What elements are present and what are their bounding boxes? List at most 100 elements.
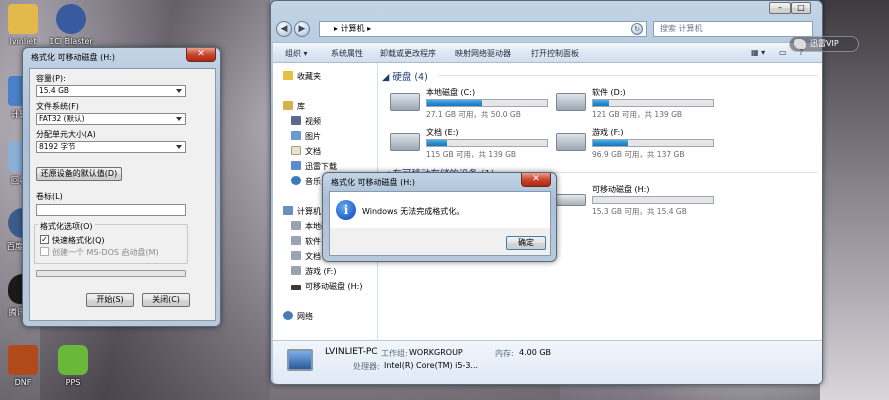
format-options-label: 格式化选项(O) (38, 221, 95, 232)
allocation-size-select[interactable]: 8192 字节 (36, 141, 186, 153)
breadcrumb-arrow-icon[interactable]: ▸ (367, 24, 371, 33)
chevron-down-icon (176, 89, 182, 93)
breadcrumb-root-arrow[interactable]: ▸ (334, 24, 338, 33)
computer-icon (283, 206, 293, 215)
command-bar: 组织 ▾ 系统属性 卸载或更改程序 映射网络驱动器 打开控制面板 ▦ ▾ ▭ ? (273, 42, 822, 63)
document-icon (291, 146, 301, 155)
nav-drive-f[interactable]: 游戏 (F:) (291, 266, 336, 277)
nav-computer[interactable]: 计算机 (283, 206, 321, 217)
drive-tile-d[interactable]: 软件 (D:) 121 GB 可用，共 139 GB (554, 87, 714, 123)
blaster-icon (56, 4, 86, 34)
nav-xunlei-downloads[interactable]: 迅雷下载 (291, 161, 337, 172)
drive-usage-fill (593, 100, 609, 106)
message-box-close-button[interactable]: ✕ (521, 173, 551, 187)
msdos-startup-label: 创建一个 MS-DOS 启动盘(M) (52, 248, 159, 257)
chevron-down-icon (176, 117, 182, 121)
error-message-box: 格式化 可移动磁盘 (H:) ✕ i Windows 无法完成格式化。 确定 (322, 172, 557, 262)
drive-tile-h[interactable]: 可移动磁盘 (H:) 15.3 GB 可用，共 15.4 GB (554, 184, 714, 220)
restore-defaults-button[interactable]: 还原设备的默认值(D) (36, 167, 122, 181)
drive-tile-f[interactable]: 游戏 (F:) 96.9 GB 可用，共 137 GB (554, 127, 714, 163)
pps-icon (58, 345, 88, 375)
capacity-select[interactable]: 15.4 GB (36, 85, 186, 97)
drive-icon (291, 266, 301, 275)
wallpaper-edge (820, 0, 889, 400)
drive-icon (556, 93, 586, 111)
breadcrumb[interactable]: 计算机 (341, 24, 365, 33)
chevron-down-icon (176, 145, 182, 149)
filesystem-select[interactable]: FAT32 (默认) (36, 113, 186, 125)
map-network-drive-button[interactable]: 映射网络驱动器 (455, 48, 511, 59)
maximize-button[interactable]: □ (791, 2, 811, 14)
filesystem-label: 文件系统(F) (36, 102, 79, 111)
computer-name: LVINLIET-PC (325, 347, 378, 357)
start-button[interactable]: 开始(S) (86, 293, 134, 307)
drive-usage-bar (426, 139, 548, 147)
nav-documents[interactable]: 文档 (291, 146, 321, 157)
drive-usage-bar (592, 139, 714, 147)
network-icon (283, 311, 293, 320)
drive-icon (291, 221, 301, 230)
memory-value: 4.00 GB (519, 348, 552, 357)
message-box-body: i Windows 无法完成格式化。 确定 (329, 191, 551, 256)
drive-usage-fill (593, 140, 628, 146)
download-icon (291, 161, 301, 170)
desktop-icon-dnf[interactable]: DNF (0, 345, 48, 387)
system-drive-icon (390, 93, 420, 111)
drive-icon (556, 133, 586, 151)
xunlei-vip-badge[interactable]: 迅雷VIP (789, 36, 859, 52)
nav-network[interactable]: 网络 (283, 311, 313, 322)
dnf-game-icon (8, 345, 38, 375)
back-button[interactable]: ◀ (276, 21, 292, 37)
view-options-icon[interactable]: ▦ ▾ (751, 48, 765, 57)
format-dialog: 格式化 可移动磁盘 (H:) ✕ 容量(P): 15.4 GB 文件系统(F) … (22, 47, 221, 327)
system-properties-button[interactable]: 系统属性 (331, 48, 363, 59)
workgroup-label: 工作组: (381, 349, 408, 358)
library-icon (283, 101, 293, 110)
format-dialog-close-button[interactable]: ✕ (186, 48, 216, 62)
workgroup-value: WORKGROUP (409, 348, 463, 357)
close-button[interactable]: 关闭(C) (142, 293, 190, 307)
allocation-size-label: 分配单元大小(A) (36, 130, 96, 139)
forward-button[interactable]: ▶ (294, 21, 310, 37)
drive-icon (291, 236, 301, 245)
refresh-button[interactable]: ↻ (631, 23, 643, 35)
usb-drive-icon (291, 285, 301, 290)
capacity-label: 容量(P): (36, 74, 66, 83)
desktop-icon-pps[interactable]: PPS (48, 345, 98, 387)
msdos-startup-checkbox[interactable] (40, 247, 49, 256)
picture-icon (291, 131, 301, 140)
ok-button[interactable]: 确定 (506, 236, 546, 250)
format-progress-bar (36, 270, 186, 277)
drive-tile-c[interactable]: 本地磁盘 (C:) 27.1 GB 可用，共 50.0 GB (388, 87, 548, 123)
minimize-button[interactable]: – (769, 2, 791, 14)
organize-menu[interactable]: 组织 ▾ (285, 48, 308, 59)
nav-drive-h[interactable]: 可移动磁盘 (H:) (291, 281, 363, 292)
nav-pictures[interactable]: 图片 (291, 131, 321, 142)
message-box-title: 格式化 可移动磁盘 (H:) (331, 178, 416, 187)
desktop-icon-user-folder[interactable]: lvinliet (0, 4, 48, 46)
computer-large-icon (287, 349, 313, 371)
hard-disks-header[interactable]: ◢ 硬盘 (4) (382, 69, 428, 83)
format-dialog-body: 容量(P): 15.4 GB 文件系统(F) FAT32 (默认) 分配单元大小… (29, 68, 216, 321)
drive-icon (390, 133, 420, 151)
usb-drive-icon (556, 194, 586, 206)
nav-library[interactable]: 库 (283, 101, 305, 112)
volume-label-label: 卷标(L) (36, 192, 63, 201)
drive-usage-bar (592, 196, 714, 204)
search-input[interactable]: 搜索 计算机 (653, 21, 813, 37)
desktop-icon-blaster[interactable]: 1Cl Blaster (46, 4, 96, 46)
volume-label-input[interactable] (36, 204, 186, 216)
uninstall-program-button[interactable]: 卸载或更改程序 (380, 48, 436, 59)
drive-tile-e[interactable]: 文档 (E:) 115 GB 可用，共 139 GB (388, 127, 548, 163)
drive-usage-bar (426, 99, 548, 107)
nav-music[interactable]: 音乐 (291, 176, 321, 187)
open-control-panel-button[interactable]: 打开控制面板 (531, 48, 579, 59)
processor-label: 处理器: (353, 362, 380, 371)
quick-format-checkbox[interactable]: ✓ (40, 235, 49, 244)
drive-usage-fill (427, 140, 448, 146)
preview-pane-icon[interactable]: ▭ (779, 48, 787, 57)
nav-favorites[interactable]: 收藏夹 (283, 71, 321, 82)
address-bar[interactable]: ▸ 计算机 ▸ (319, 21, 647, 37)
star-icon (283, 71, 293, 80)
nav-videos[interactable]: 视频 (291, 116, 321, 127)
